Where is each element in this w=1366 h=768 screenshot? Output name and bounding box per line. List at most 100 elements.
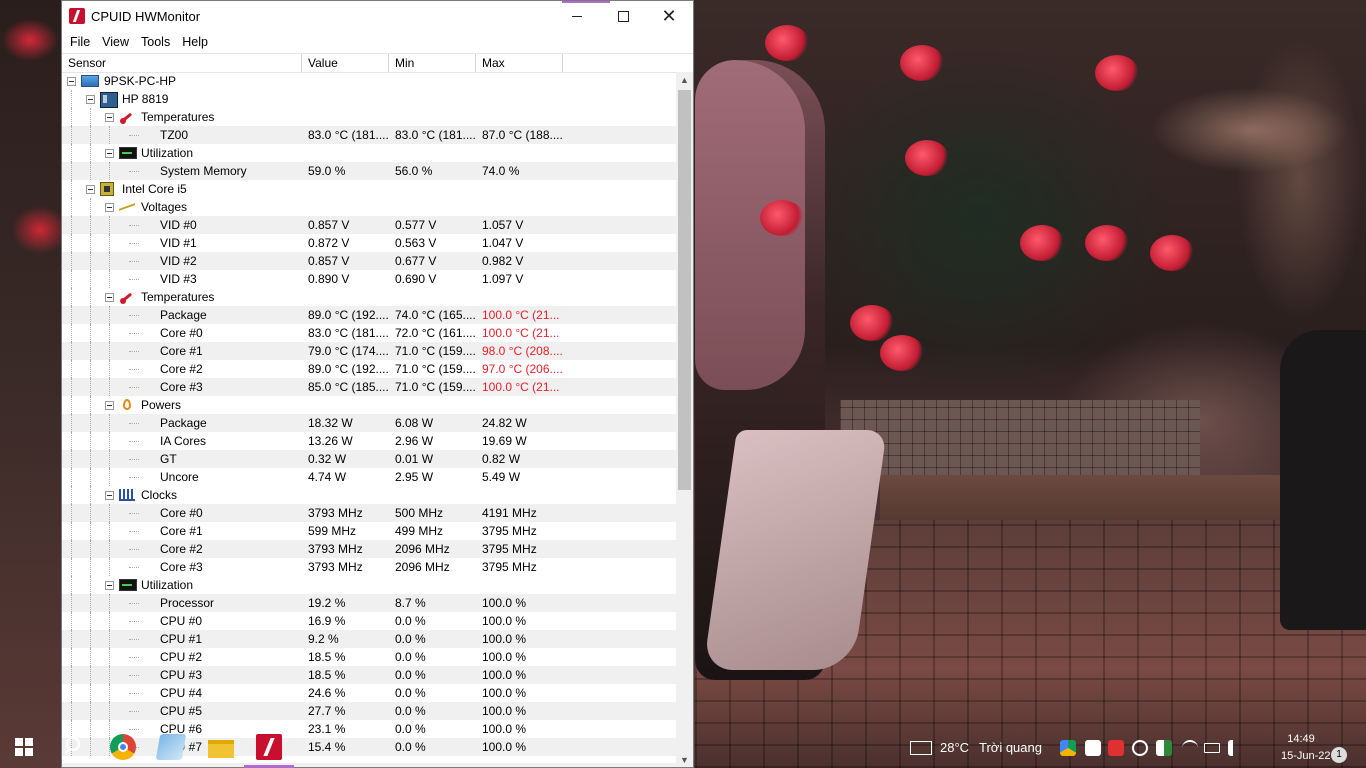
tree-line bbox=[90, 450, 91, 468]
tree-node[interactable]: Temperatures bbox=[62, 108, 676, 126]
collapse-toggle-icon[interactable] bbox=[105, 293, 114, 302]
tree-node[interactable]: Utilization bbox=[62, 144, 676, 162]
zalo-icon[interactable] bbox=[1085, 740, 1101, 756]
weather-icon[interactable] bbox=[910, 741, 932, 755]
tree-line bbox=[109, 612, 110, 630]
google-drive-icon[interactable] bbox=[1060, 740, 1076, 756]
volume-icon[interactable] bbox=[1228, 740, 1244, 756]
notification-icon[interactable]: 1 bbox=[1331, 747, 1347, 763]
sensor-row[interactable]: TZ00 83.0 °C (181.... 83.0 °C (181.... 87.0… bbox=[62, 126, 676, 144]
tree-line bbox=[129, 171, 139, 172]
maximize-button[interactable] bbox=[600, 1, 646, 31]
chrome-icon[interactable] bbox=[110, 734, 136, 760]
sensor-row[interactable]: CPU #5 27.7 % 0.0 % 100.0 % bbox=[62, 702, 676, 720]
tree-node[interactable]: Clocks bbox=[62, 486, 676, 504]
menu-view[interactable]: View bbox=[96, 35, 135, 49]
menu-tools[interactable]: Tools bbox=[135, 35, 176, 49]
sensor-row[interactable]: Processor 19.2 % 8.7 % 100.0 % bbox=[62, 594, 676, 612]
tree-node[interactable]: Voltages bbox=[62, 198, 676, 216]
tree-line bbox=[90, 342, 91, 360]
collapse-toggle-icon[interactable] bbox=[105, 113, 114, 122]
tree-node[interactable]: Powers bbox=[62, 396, 676, 414]
column-min[interactable]: Min bbox=[389, 54, 476, 72]
tree-node[interactable]: Utilization bbox=[62, 576, 676, 594]
scroll-thumb[interactable] bbox=[678, 90, 691, 490]
weather-description[interactable]: Trời quang bbox=[979, 736, 1042, 760]
collapse-toggle-icon[interactable] bbox=[86, 185, 95, 194]
sensor-min: 0.01 W bbox=[395, 452, 434, 466]
hwmonitor-taskbar-icon[interactable] bbox=[256, 734, 282, 760]
sensor-row[interactable]: Core #1 599 MHz 499 MHz 3795 MHz bbox=[62, 522, 676, 540]
sensor-row[interactable]: CPU #6 23.1 % 0.0 % 100.0 % bbox=[62, 720, 676, 738]
sensor-value: 0.857 V bbox=[308, 254, 350, 268]
tree-node[interactable]: Intel Core i5 bbox=[62, 180, 676, 198]
weather-temperature[interactable]: 28°C bbox=[940, 736, 969, 760]
sensor-row[interactable]: VID #3 0.890 V 0.690 V 1.097 V bbox=[62, 270, 676, 288]
vertical-scrollbar[interactable]: ▲ ▼ bbox=[676, 72, 693, 767]
sensor-row[interactable]: Core #3 3793 MHz 2096 MHz 3795 MHz bbox=[62, 558, 676, 576]
file-explorer-icon[interactable] bbox=[208, 740, 234, 758]
sensor-row[interactable]: CPU #0 16.9 % 0.0 % 100.0 % bbox=[62, 612, 676, 630]
clock-time[interactable]: 14:49 bbox=[1281, 732, 1321, 746]
tree-node[interactable]: Temperatures bbox=[62, 288, 676, 306]
column-max[interactable]: Max bbox=[476, 54, 563, 72]
sensor-row[interactable]: Package 89.0 °C (192.... 74.0 °C (165.... 1… bbox=[62, 306, 676, 324]
sensor-row[interactable]: Package 18.32 W 6.08 W 24.82 W bbox=[62, 414, 676, 432]
menu-help[interactable]: Help bbox=[176, 35, 214, 49]
sensor-row[interactable]: System Memory 59.0 % 56.0 % 74.0 % bbox=[62, 162, 676, 180]
sensor-value: 83.0 °C (181.... bbox=[308, 326, 389, 340]
sensor-row[interactable]: Core #2 3793 MHz 2096 MHz 3795 MHz bbox=[62, 540, 676, 558]
search-icon[interactable] bbox=[63, 734, 89, 760]
clock-date[interactable]: 15-Jun-22 bbox=[1281, 749, 1331, 763]
sensor-min: 6.08 W bbox=[395, 416, 434, 430]
security-shield-icon[interactable] bbox=[1156, 740, 1172, 756]
scroll-up-icon[interactable]: ▲ bbox=[676, 72, 693, 89]
minimize-button[interactable] bbox=[554, 1, 600, 31]
sensor-row[interactable]: Core #1 79.0 °C (174.... 71.0 °C (159.... 9… bbox=[62, 342, 676, 360]
sensor-row[interactable]: CPU #2 18.5 % 0.0 % 100.0 % bbox=[62, 648, 676, 666]
tree-line bbox=[90, 702, 91, 720]
collapse-toggle-icon[interactable] bbox=[105, 401, 114, 410]
tree-node[interactable]: HP 8819 bbox=[62, 90, 676, 108]
sensor-value: 27.7 % bbox=[308, 704, 346, 718]
menu-file[interactable]: File bbox=[64, 35, 96, 49]
tree-line bbox=[109, 270, 110, 288]
tree-line bbox=[109, 522, 110, 540]
sensor-row[interactable]: CPU #715.4 %0.0 %100.0 % bbox=[62, 738, 676, 756]
sensor-row[interactable]: CPU #1 9.2 % 0.0 % 100.0 % bbox=[62, 630, 676, 648]
sensor-row[interactable]: CPU #4 24.6 % 0.0 % 100.0 % bbox=[62, 684, 676, 702]
sensor-row[interactable]: CPU #3 18.5 % 0.0 % 100.0 % bbox=[62, 666, 676, 684]
sensor-row[interactable]: Core #0 3793 MHz 500 MHz 4191 MHz bbox=[62, 504, 676, 522]
column-value[interactable]: Value bbox=[302, 54, 389, 72]
column-sensor[interactable]: Sensor bbox=[62, 54, 302, 72]
files-icon[interactable] bbox=[155, 734, 187, 760]
sensor-row[interactable]: IA Cores 13.26 W 2.96 W 19.69 W bbox=[62, 432, 676, 450]
collapse-toggle-icon[interactable] bbox=[67, 77, 76, 86]
collapse-toggle-icon[interactable] bbox=[105, 581, 114, 590]
sensor-row[interactable]: VID #0 0.857 V 0.577 V 1.057 V bbox=[62, 216, 676, 234]
tree-line bbox=[71, 432, 72, 450]
record-icon[interactable] bbox=[1132, 740, 1148, 756]
collapse-toggle-icon[interactable] bbox=[105, 491, 114, 500]
wifi-icon[interactable] bbox=[1182, 740, 1198, 756]
sensor-row[interactable]: VID #1 0.872 V 0.563 V 1.047 V bbox=[62, 234, 676, 252]
battery-icon[interactable] bbox=[1204, 743, 1220, 753]
sensor-row[interactable]: Core #2 89.0 °C (192.... 71.0 °C (159.... 9… bbox=[62, 360, 676, 378]
sensor-row[interactable]: VID #2 0.857 V 0.677 V 0.982 V bbox=[62, 252, 676, 270]
sensor-min: 0.0 % bbox=[395, 722, 426, 736]
close-button[interactable]: ✕ bbox=[646, 1, 692, 31]
title-bar[interactable]: CPUID HWMonitor ✕ bbox=[62, 1, 693, 31]
tree-node[interactable]: 9PSK-PC-HP bbox=[62, 72, 676, 90]
collapse-toggle-icon[interactable] bbox=[105, 149, 114, 158]
sensor-row[interactable]: Uncore 4.74 W 2.95 W 5.49 W bbox=[62, 468, 676, 486]
vivaldi-icon[interactable] bbox=[1108, 740, 1124, 756]
collapse-toggle-icon[interactable] bbox=[105, 203, 114, 212]
sensor-row[interactable]: GT 0.32 W 0.01 W 0.82 W bbox=[62, 450, 676, 468]
collapse-toggle-icon[interactable] bbox=[86, 95, 95, 104]
tree-line bbox=[129, 711, 139, 712]
hwmonitor-app-icon[interactable] bbox=[69, 8, 85, 24]
windows-start-icon[interactable] bbox=[15, 738, 33, 756]
column-header: Sensor Value Min Max bbox=[62, 53, 693, 73]
sensor-row[interactable]: Core #3 85.0 °C (185.... 71.0 °C (159.... 1… bbox=[62, 378, 676, 396]
sensor-row[interactable]: Core #0 83.0 °C (181.... 72.0 °C (161.... 1… bbox=[62, 324, 676, 342]
